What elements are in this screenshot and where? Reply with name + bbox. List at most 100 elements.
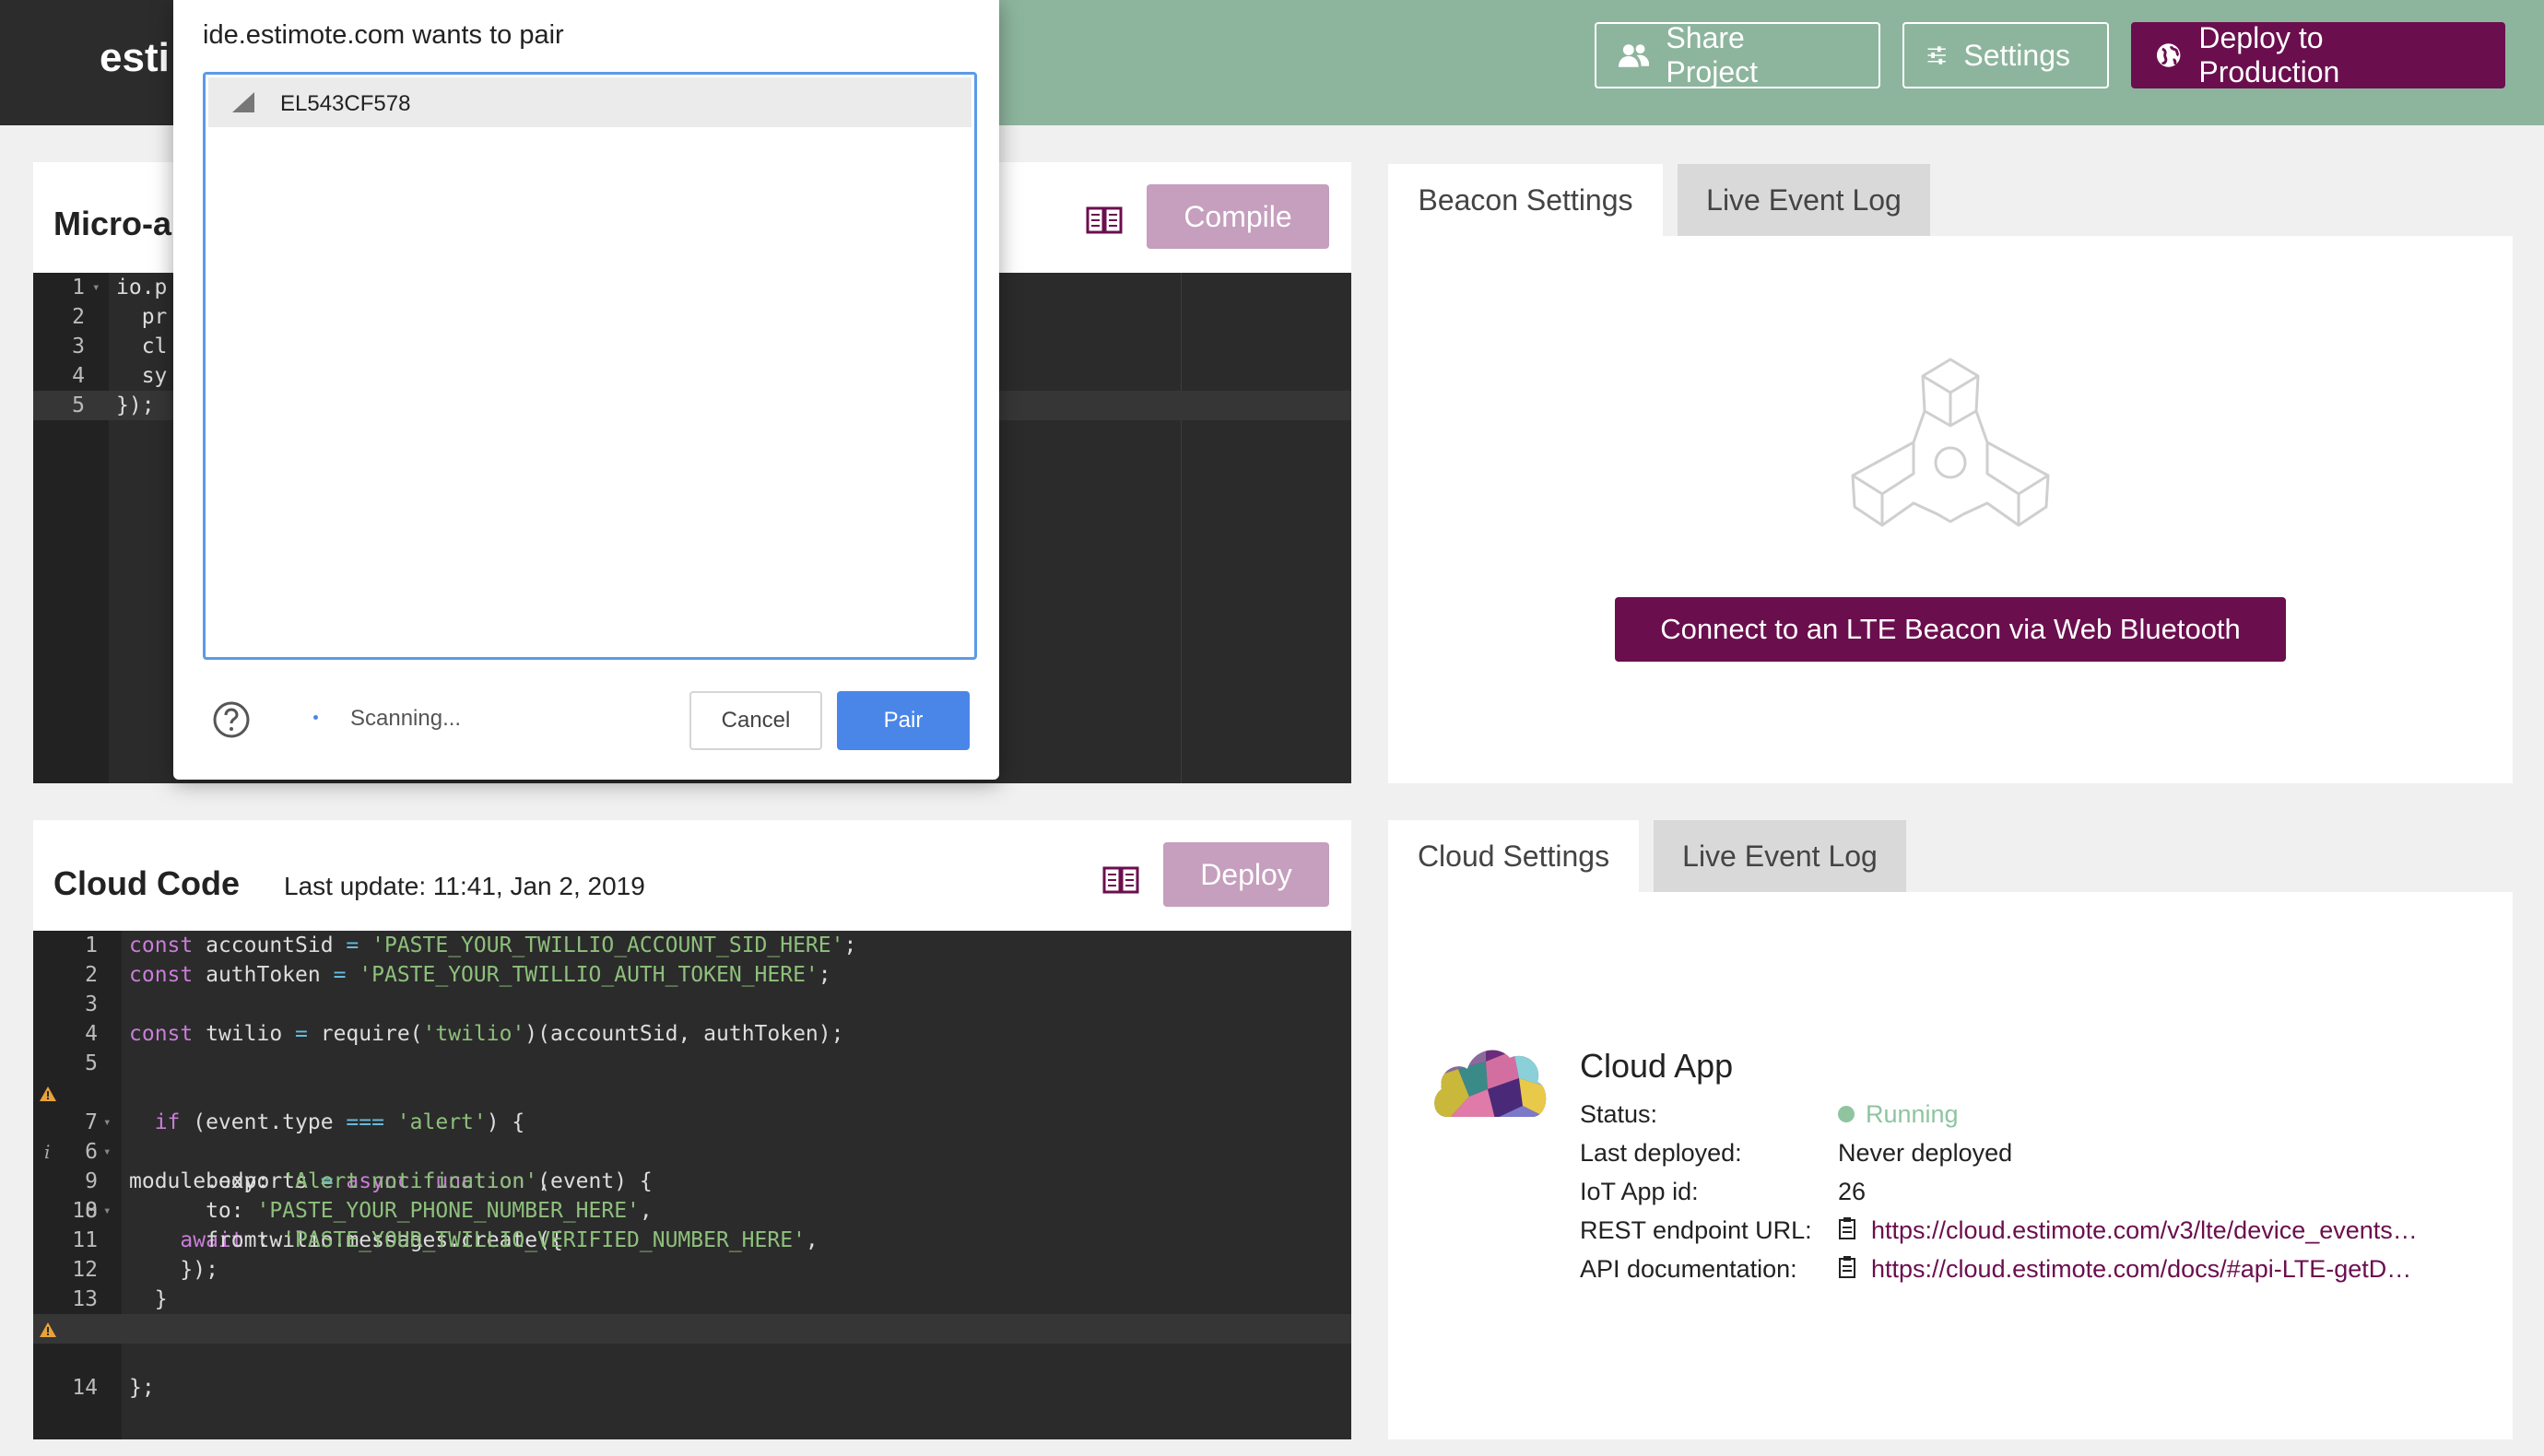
settings-button[interactable]: Settings: [1902, 22, 2109, 88]
device-list-item[interactable]: EL543CF578: [208, 77, 972, 127]
status-dot-icon: [1838, 1105, 1855, 1122]
code-text: const authToken = 'PASTE_YOUR_TWILLIO_AU…: [129, 963, 831, 987]
iot-app-id-label: IoT App id:: [1580, 1178, 1699, 1205]
dialog-title: ide.estimote.com wants to pair: [203, 20, 564, 50]
line-number: 4: [85, 1022, 98, 1046]
code-line: 2 const authToken = 'PASTE_YOUR_TWILLIO_A…: [33, 960, 1351, 990]
code-line: 3: [33, 990, 1351, 1019]
deploy-button[interactable]: Deploy: [1163, 842, 1329, 907]
code-line: 4 const twilio = require('twilio')(accoun…: [33, 1019, 1351, 1049]
scanning-text: Scanning...: [350, 706, 462, 731]
last-update-text: Last update: 11:41, Jan 2, 2019: [284, 872, 645, 900]
line-number: 11: [72, 1228, 98, 1252]
device-list[interactable]: EL543CF578: [203, 72, 977, 660]
clipboard-icon[interactable]: [1838, 1216, 1858, 1240]
line-number: 5: [72, 393, 85, 417]
cloud-app-icon: [1434, 1050, 1547, 1118]
line-number: 14: [72, 1376, 98, 1400]
logo: esti: [100, 35, 170, 80]
line-number: 9: [85, 1169, 98, 1193]
rest-endpoint-link[interactable]: https://cloud.estimote.com/v3/lte/device…: [1871, 1216, 2418, 1245]
last-deployed-value: Never deployed: [1838, 1139, 2013, 1167]
deploy-to-production-button[interactable]: Deploy to Production: [2131, 21, 2505, 88]
status-value: Running: [1866, 1100, 1959, 1128]
code-text: });: [129, 1258, 218, 1282]
code-line: 13 }: [33, 1285, 1351, 1314]
api-docs-label: API documentation:: [1580, 1255, 1797, 1283]
rest-endpoint-label: REST endpoint URL:: [1580, 1216, 1812, 1244]
cloud-code-editor[interactable]: 1 const accountSid = 'PASTE_YOUR_TWILLIO_…: [33, 931, 1351, 1439]
compile-button[interactable]: Compile: [1147, 184, 1329, 249]
docs-book-icon[interactable]: [1102, 866, 1139, 894]
line-number: 2: [72, 305, 85, 329]
signal-strength-icon: [232, 92, 254, 112]
code-text: });: [116, 393, 155, 417]
cloud-settings-content: Cloud App Status: Running Last deployed:…: [1388, 892, 2513, 1439]
tab-beacon-live-event-log[interactable]: Live Event Log: [1678, 164, 1930, 236]
info-icon[interactable]: i: [44, 1137, 50, 1167]
api-docs-link[interactable]: https://cloud.estimote.com/docs/#api-LTE…: [1871, 1255, 2411, 1284]
code-line: 1 const accountSid = 'PASTE_YOUR_TWILLIO_…: [33, 931, 1351, 960]
share-project-button[interactable]: Share Project: [1595, 21, 1880, 88]
settings-label: Settings: [1963, 38, 2070, 72]
globe-icon: [2156, 43, 2181, 67]
pair-button[interactable]: Pair: [837, 691, 970, 750]
iot-app-id-value: 26: [1838, 1178, 1867, 1205]
scanning-spinner-icon: [313, 715, 318, 720]
warning-icon[interactable]: [39, 1321, 57, 1338]
code-line: 14};: [33, 1314, 1351, 1400]
lte-beacon-icon: [1851, 358, 2050, 527]
beacon-settings-content: Connect to an LTE Beacon via Web Bluetoo…: [1388, 236, 2513, 783]
fold-arrow-icon[interactable]: ▾: [103, 1108, 111, 1137]
line-number: 7: [85, 1110, 98, 1134]
code-line: i 8 ▾ await twilio.messages.create({: [33, 1137, 1351, 1252]
cloud-code-header: Cloud Code Last update: 11:41, Jan 2, 20…: [33, 820, 1351, 931]
code-text: io.p: [116, 276, 168, 299]
code-line: 10 to: 'PASTE_YOUR_PHONE_NUMBER_HERE',: [33, 1196, 1351, 1226]
code-text: pr: [116, 305, 168, 329]
share-project-label: Share Project: [1666, 21, 1759, 88]
code-text: if (event.type === 'alert') {: [129, 1110, 525, 1134]
line-number: 12: [72, 1258, 98, 1282]
status-label: Status:: [1580, 1100, 1658, 1128]
cancel-button[interactable]: Cancel: [689, 691, 822, 750]
bluetooth-pair-dialog: ide.estimote.com wants to pair EL543CF57…: [173, 0, 999, 780]
sliders-icon: [1927, 46, 1946, 65]
line-number: 3: [85, 992, 98, 1016]
clipboard-icon[interactable]: [1838, 1255, 1858, 1279]
line-number: 1: [85, 933, 98, 957]
cloud-code-title: Cloud Code: [53, 864, 240, 902]
tab-cloud-live-event-log[interactable]: Live Event Log: [1654, 820, 1906, 892]
code-line: 12 });: [33, 1255, 1351, 1285]
code-line: 9 body: 'Alert notification',: [33, 1167, 1351, 1196]
line-number: 3: [72, 335, 85, 358]
code-line: 11 from: 'PASTE_YOUR_TWILLIO_VERIFIED_NU…: [33, 1226, 1351, 1255]
device-name: EL543CF578: [280, 91, 411, 116]
users-icon: [1619, 44, 1650, 67]
code-text: const accountSid = 'PASTE_YOUR_TWILLIO_A…: [129, 933, 857, 957]
docs-book-icon[interactable]: [1086, 206, 1123, 234]
code-text: sy: [116, 364, 168, 388]
connect-lte-beacon-button[interactable]: Connect to an LTE Beacon via Web Bluetoo…: [1615, 597, 2286, 662]
help-icon[interactable]: [212, 700, 251, 739]
line-number: 13: [72, 1287, 98, 1311]
warning-icon[interactable]: [39, 1086, 57, 1102]
code-text: body: 'Alert notification',: [129, 1169, 550, 1193]
cloud-app-title: Cloud App: [1580, 1047, 1734, 1085]
line-number: 2: [85, 963, 98, 987]
tab-beacon-settings[interactable]: Beacon Settings: [1388, 164, 1663, 236]
code-text: from: 'PASTE_YOUR_TWILLIO_VERIFIED_NUMBE…: [129, 1228, 819, 1252]
code-text: };: [129, 1376, 155, 1400]
deploy-to-production-label: Deploy to Production: [2198, 21, 2340, 88]
code-text: to: 'PASTE_YOUR_PHONE_NUMBER_HERE',: [129, 1199, 653, 1223]
code-line: 7 ▾ if (event.type === 'alert') {: [33, 1108, 1351, 1137]
last-deployed-label: Last deployed:: [1580, 1139, 1742, 1167]
line-number: 10: [72, 1199, 98, 1223]
status-badge: Running: [1838, 1100, 1959, 1129]
tab-cloud-settings[interactable]: Cloud Settings: [1388, 820, 1639, 892]
code-text: cl: [116, 335, 168, 358]
fold-arrow-icon[interactable]: ▾: [92, 273, 100, 302]
code-text: const twilio = require('twilio')(account…: [129, 1022, 844, 1046]
code-line: 6 ▾ module.exports = async function (even…: [33, 1078, 1351, 1193]
code-text: }: [129, 1287, 168, 1311]
